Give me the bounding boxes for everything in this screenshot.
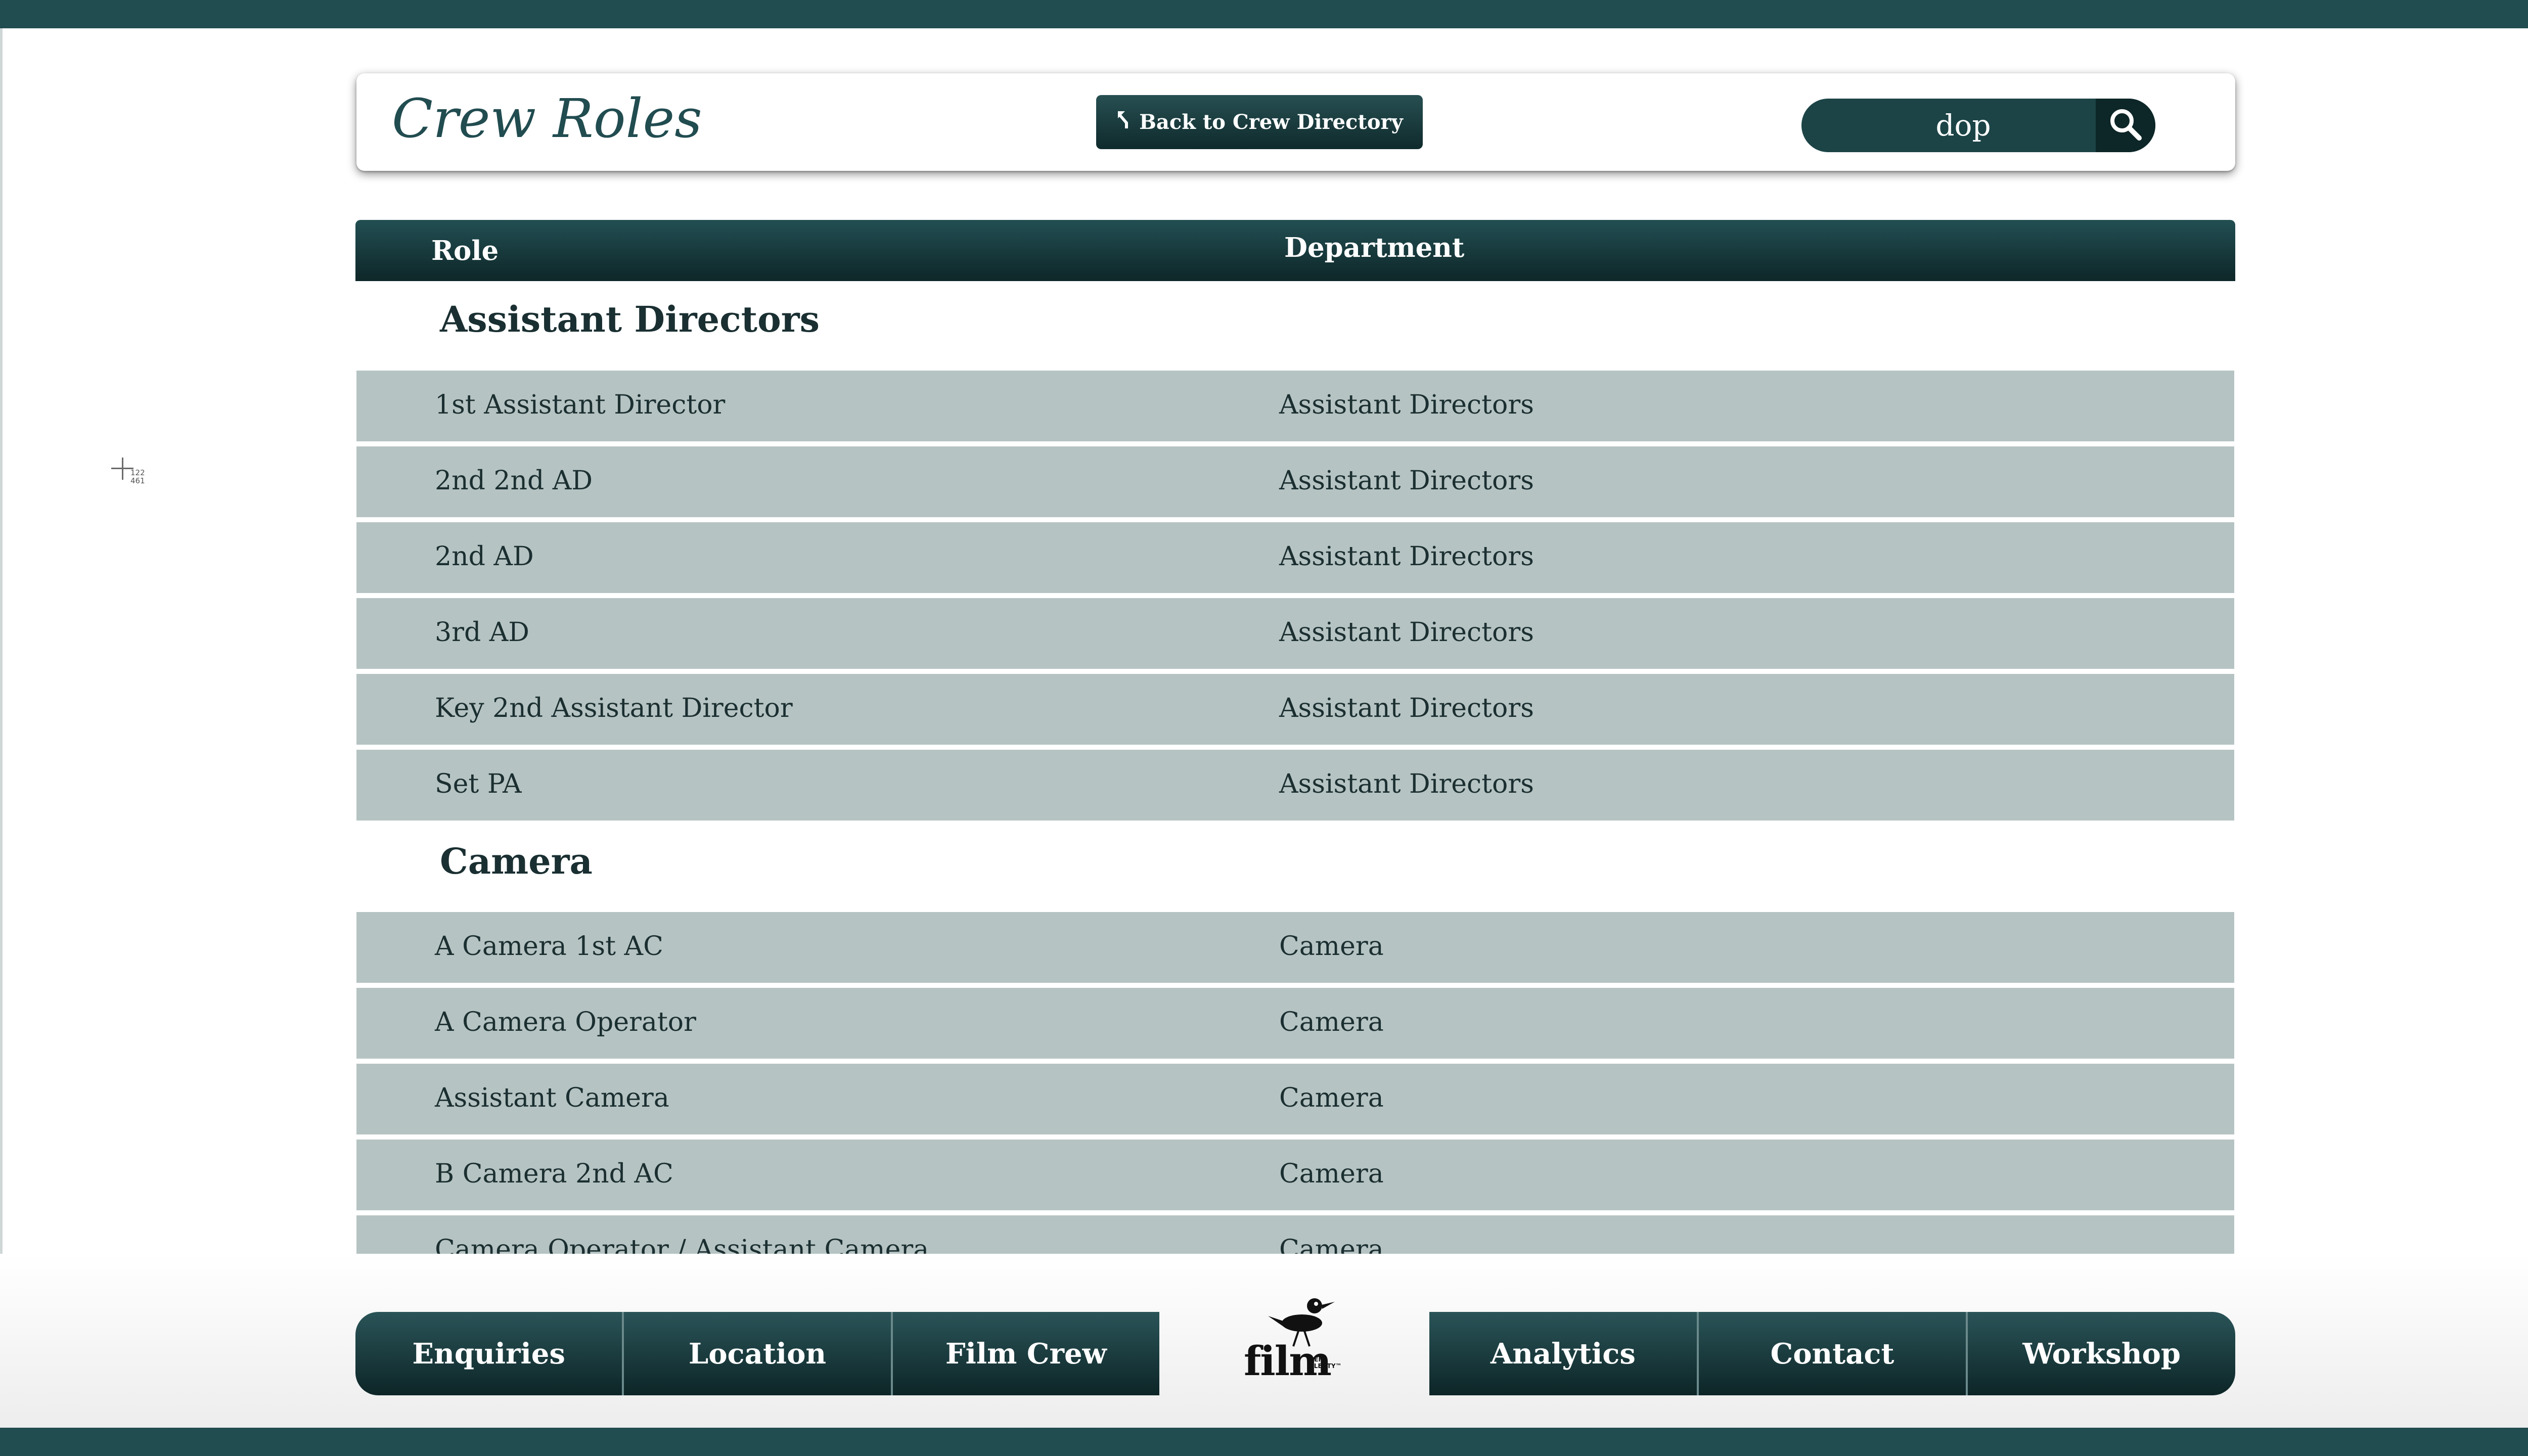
department-cell: Camera (1279, 1007, 1384, 1037)
crosshair-vertical (122, 458, 123, 480)
page-title: Crew Roles (392, 87, 702, 150)
department-cell: Assistant Directors (1279, 617, 1534, 648)
footer-nav-left: Enquiries Location Film Crew (355, 1312, 1159, 1395)
search-icon (2108, 107, 2143, 144)
logo-small-line: PLENTY™ (1310, 1362, 1342, 1370)
table-row[interactable]: 2nd 2nd AD Assistant Directors (356, 446, 2234, 517)
logo-small-text: REF PLENTY™ (1310, 1356, 1342, 1370)
table-row[interactable]: 1st Assistant Director Assistant Directo… (356, 371, 2234, 441)
role-cell: B Camera 2nd AC (435, 1159, 673, 1189)
role-cell: 2nd 2nd AD (435, 466, 593, 496)
group-heading-assistant-directors: Assistant Directors (440, 298, 820, 340)
film-logo[interactable]: film REF PLENTY™ (1239, 1287, 1365, 1388)
department-cell: Assistant Directors (1279, 693, 1534, 723)
department-cell: Camera (1279, 931, 1384, 962)
table-row[interactable]: Set PA Assistant Directors (356, 750, 2234, 821)
role-cell: 1st Assistant Director (435, 390, 726, 420)
role-cell: 3rd AD (435, 617, 530, 648)
role-cell: 2nd AD (435, 541, 534, 572)
table-row[interactable]: 3rd AD Assistant Directors (356, 598, 2234, 669)
table-header: Role Department (355, 220, 2235, 281)
table-row[interactable]: B Camera 2nd AC Camera (356, 1140, 2234, 1210)
search-box (1801, 99, 2155, 152)
table-row[interactable]: A Camera 1st AC Camera (356, 912, 2234, 983)
role-cell: Assistant Camera (435, 1083, 669, 1113)
column-header-role: Role (431, 235, 499, 266)
nav-enquiries-button[interactable]: Enquiries (355, 1312, 624, 1395)
nav-analytics-button[interactable]: Analytics (1429, 1312, 1699, 1395)
table-row[interactable]: 2nd AD Assistant Directors (356, 522, 2234, 593)
back-button-label: Back to Crew Directory (1139, 110, 1403, 134)
nav-film-crew-button[interactable]: Film Crew (892, 1312, 1159, 1395)
header-card: Crew Roles Back to Crew Directory (356, 73, 2235, 171)
return-arrow-icon (1116, 109, 1131, 135)
search-input[interactable] (1822, 99, 2105, 152)
role-cell: Set PA (435, 769, 522, 799)
bottom-bar (0, 1428, 2528, 1456)
top-bar (0, 0, 2528, 28)
nav-workshop-button[interactable]: Workshop (1968, 1312, 2235, 1395)
table-row[interactable]: Key 2nd Assistant Director Assistant Dir… (356, 674, 2234, 745)
crosshair-cursor: 122 461 (111, 458, 152, 488)
department-cell: Assistant Directors (1279, 390, 1534, 420)
table-row[interactable]: A Camera Operator Camera (356, 988, 2234, 1059)
nav-contact-button[interactable]: Contact (1698, 1312, 1968, 1395)
department-cell: Camera (1279, 1159, 1384, 1189)
back-to-crew-directory-button[interactable]: Back to Crew Directory (1096, 95, 1423, 149)
cursor-readout: 122 461 (130, 469, 145, 485)
department-cell: Assistant Directors (1279, 541, 1534, 572)
nav-location-button[interactable]: Location (624, 1312, 893, 1395)
footer-nav-right: Analytics Contact Workshop (1429, 1312, 2235, 1395)
search-button[interactable] (2096, 99, 2155, 152)
role-cell: Key 2nd Assistant Director (435, 693, 793, 723)
role-cell: A Camera 1st AC (435, 931, 663, 962)
cursor-readout-y: 461 (130, 476, 145, 485)
cursor-readout-x: 122 (130, 468, 145, 477)
department-cell: Assistant Directors (1279, 466, 1534, 496)
column-header-department: Department (1284, 232, 1465, 263)
department-cell: Assistant Directors (1279, 769, 1534, 799)
window-left-edge (0, 28, 3, 1428)
department-cell: Camera (1279, 1083, 1384, 1113)
table-row[interactable]: Assistant Camera Camera (356, 1064, 2234, 1134)
group-heading-camera: Camera (440, 840, 593, 882)
role-cell: A Camera Operator (435, 1007, 696, 1037)
